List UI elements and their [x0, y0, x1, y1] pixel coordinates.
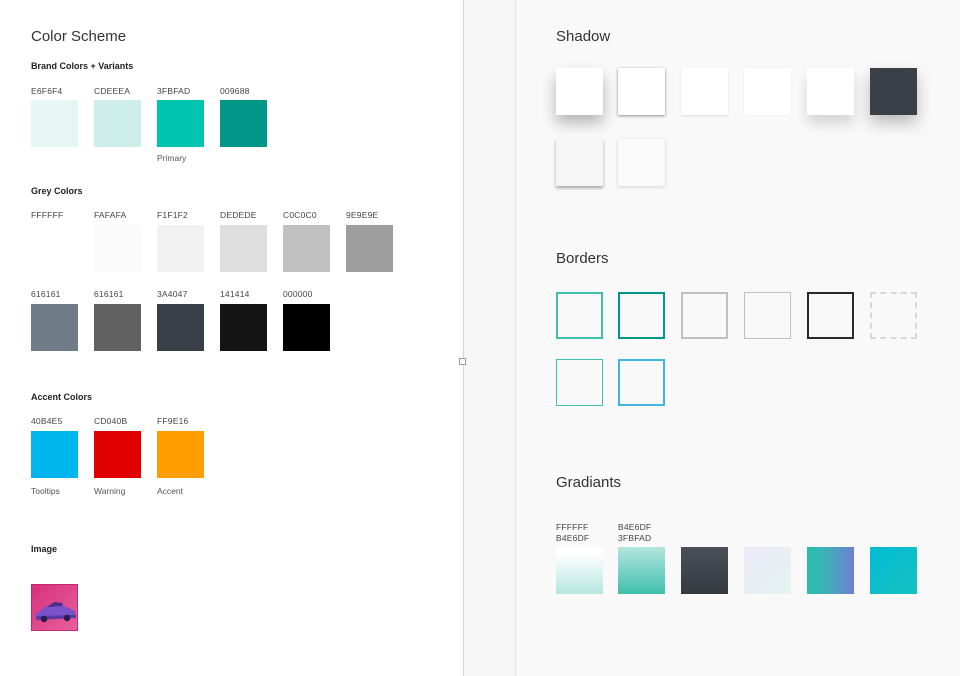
shadow-tile[interactable]	[556, 68, 603, 115]
styles-panel: Shadow Borders Gradiants FFFFFF B4E6DF B…	[516, 0, 960, 676]
swatch-hex-label: FAFAFA	[94, 210, 127, 220]
swatch-hex-label: CD040B	[94, 416, 128, 426]
grey-swatch-slate[interactable]	[31, 304, 78, 351]
swatch-hex-label: 616161	[94, 289, 124, 299]
border-tile-black[interactable]	[807, 292, 854, 339]
gradient-tile-lavender[interactable]	[744, 547, 791, 594]
color-scheme-panel: Color Scheme Brand Colors + Variants E6F…	[0, 0, 464, 676]
swatch-caption-warning: Warning	[94, 486, 126, 496]
brand-swatch-e6f6f4[interactable]	[31, 100, 78, 147]
image-heading: Image	[31, 544, 58, 554]
borders-title: Borders	[556, 250, 609, 267]
border-tile-primary-thin[interactable]	[556, 359, 603, 406]
swatch-hex-label: 40B4E5	[31, 416, 63, 426]
swatch-hex-label: DEDEDE	[220, 210, 257, 220]
accent-swatch-accent[interactable]	[157, 431, 204, 478]
border-tile-primary[interactable]	[556, 292, 603, 339]
brand-swatch-primary[interactable]	[157, 100, 204, 147]
swatch-hex-label: F1F1F2	[157, 210, 188, 220]
swatch-caption-tooltips: Tooltips	[31, 486, 60, 496]
car-image-thumbnail[interactable]	[31, 584, 78, 631]
grey-swatch-3a4047[interactable]	[157, 304, 204, 351]
panel-resize-handle[interactable]	[459, 358, 466, 365]
color-scheme-title: Color Scheme	[31, 28, 127, 45]
shadow-tile[interactable]	[744, 68, 791, 115]
accent-colors-heading: Accent Colors	[31, 392, 93, 402]
swatch-hex-label: E6F6F4	[31, 86, 63, 96]
accent-swatch-warning[interactable]	[94, 431, 141, 478]
gradient-tile-dark[interactable]	[681, 547, 728, 594]
gradient-tile-cyan[interactable]	[870, 547, 917, 594]
swatch-hex-label: 009688	[220, 86, 250, 96]
swatch-hex-label: 616161	[31, 289, 61, 299]
shadow-tile[interactable]	[807, 68, 854, 115]
swatch-hex-label: 000000	[283, 289, 313, 299]
brand-colors-heading: Brand Colors + Variants	[31, 61, 134, 71]
gradient-tile-mint-primary[interactable]	[618, 547, 665, 594]
grey-swatch-ffffff[interactable]	[31, 225, 78, 272]
shadow-tile-dark[interactable]	[870, 68, 917, 115]
grey-swatch-dedede[interactable]	[220, 225, 267, 272]
shadow-tile[interactable]	[681, 68, 728, 115]
border-tile-dark-teal[interactable]	[618, 292, 665, 339]
accent-swatch-tooltips[interactable]	[31, 431, 78, 478]
grey-colors-heading: Grey Colors	[31, 186, 83, 196]
shadow-tile[interactable]	[556, 139, 603, 186]
shadow-tile[interactable]	[618, 139, 665, 186]
border-tile-dashed[interactable]	[870, 292, 917, 339]
swatch-hex-label: 3FBFAD	[157, 86, 191, 96]
canvas-gutter	[464, 0, 516, 676]
grey-swatch-c0c0c0[interactable]	[283, 225, 330, 272]
brand-swatch-009688[interactable]	[220, 100, 267, 147]
grey-swatch-fafafa[interactable]	[94, 225, 141, 272]
grey-swatch-f1f1f2[interactable]	[157, 225, 204, 272]
swatch-hex-label: 141414	[220, 289, 250, 299]
swatch-hex-label: FF9E16	[157, 416, 189, 426]
swatch-hex-label: 9E9E9E	[346, 210, 379, 220]
grey-swatch-616161[interactable]	[94, 304, 141, 351]
border-tile-grey[interactable]	[681, 292, 728, 339]
swatch-hex-label: CDEEEA	[94, 86, 131, 96]
swatch-caption-primary: Primary	[157, 153, 187, 163]
gradient-label-line1: B4E6DF	[618, 522, 652, 532]
swatch-hex-label: C0C0C0	[283, 210, 317, 220]
grey-swatch-000000[interactable]	[283, 304, 330, 351]
gradient-tile-white-mint[interactable]	[556, 547, 603, 594]
gradient-label-line2: B4E6DF	[556, 533, 590, 543]
brand-swatch-cdeeea[interactable]	[94, 100, 141, 147]
border-tile-blue[interactable]	[618, 359, 665, 406]
gradient-tile-teal-purple[interactable]	[807, 547, 854, 594]
car-icon	[35, 602, 76, 623]
gradients-title: Gradiants	[556, 474, 622, 491]
shadow-tile[interactable]	[618, 68, 665, 115]
border-tile-grey-thin[interactable]	[744, 292, 791, 339]
swatch-caption-accent: Accent	[157, 486, 183, 496]
gradient-label-line1: FFFFFF	[556, 522, 589, 532]
grey-swatch-141414[interactable]	[220, 304, 267, 351]
gradient-label-line2: 3FBFAD	[618, 533, 652, 543]
shadow-title: Shadow	[556, 28, 611, 45]
swatch-hex-label: 3A4047	[157, 289, 188, 299]
grey-swatch-9e9e9e[interactable]	[346, 225, 393, 272]
swatch-hex-label: FFFFFF	[31, 210, 64, 220]
